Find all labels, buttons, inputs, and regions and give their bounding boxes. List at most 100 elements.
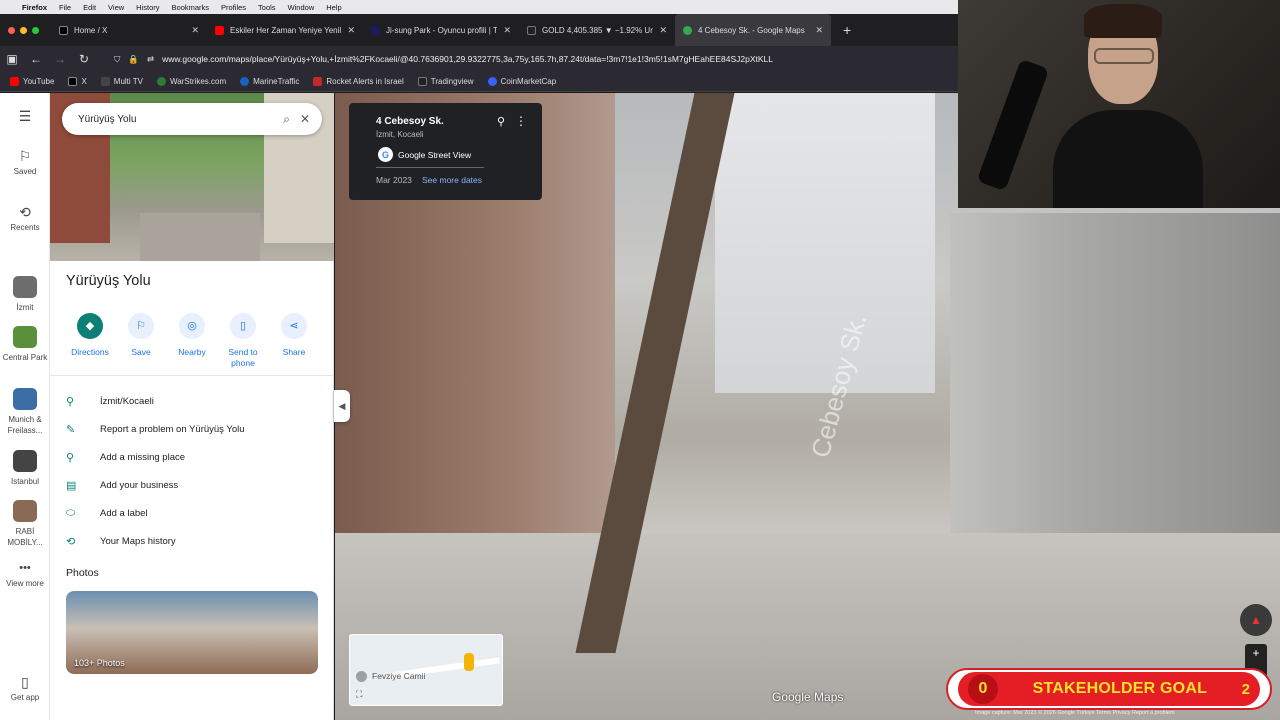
tab-title: Home / X (74, 25, 108, 35)
see-more-dates-link[interactable]: See more dates (422, 175, 482, 185)
bookmark-coinmarketcap[interactable]: CoinMarketCap (487, 77, 556, 86)
bookmark-multi-tv[interactable]: Multi TV (100, 77, 143, 86)
minimize-window-button[interactable] (20, 26, 27, 34)
menu-history[interactable]: History (136, 3, 159, 12)
close-tab-icon[interactable]: ✕ (503, 25, 511, 36)
search-box[interactable]: Yürüyüş Yolu ⌕ ✕ (62, 103, 322, 135)
rail-item-istanbul[interactable]: Istanbul (0, 450, 50, 487)
close-tab-icon[interactable]: ✕ (659, 25, 667, 36)
menu-app-name[interactable]: Firefox (22, 3, 47, 12)
save-button[interactable]: ⚐ Save (115, 313, 167, 358)
rail-label: Saved (13, 167, 37, 176)
bookmark-label: Multi TV (113, 77, 143, 86)
pegman-icon[interactable] (464, 653, 474, 671)
rail-item-munich[interactable]: Munich & Freilass... (0, 388, 50, 436)
info-add-label[interactable]: ⬭ Add a label (66, 503, 326, 523)
rail-label: Istanbul (10, 477, 40, 486)
mini-map[interactable]: Fevziye Camii ⛶ (349, 634, 503, 706)
back-button[interactable]: ← (24, 52, 48, 66)
menu-edit[interactable]: Edit (83, 3, 96, 12)
info-report-problem[interactable]: ✎ Report a problem on Yürüyüş Yolu (66, 419, 326, 439)
stakeholder-goal-banner: 0 STAKEHOLDER GOAL 2 (946, 668, 1272, 710)
webcam-overlay (958, 0, 1280, 208)
compass-icon[interactable]: ▲ (1240, 604, 1272, 636)
info-add-missing-place[interactable]: ⚲ Add a missing place (66, 447, 326, 467)
sv-source: Google Street View (398, 150, 472, 160)
tab-x-home[interactable]: Home / X ✕ (51, 14, 207, 46)
info-address[interactable]: ⚲ İzmit/Kocaeli (66, 391, 326, 411)
zoom-window-button[interactable] (32, 26, 39, 34)
rail-item-izmit[interactable]: İzmit (0, 276, 50, 313)
shield-icon[interactable]: ⛉ (114, 54, 120, 65)
info-maps-history[interactable]: ⟲ Your Maps history (66, 531, 326, 551)
menu-bookmarks[interactable]: Bookmarks (172, 3, 210, 12)
photos-heading: Photos (66, 567, 99, 579)
ship-icon (240, 77, 250, 86)
menu-profiles[interactable]: Profiles (221, 3, 246, 12)
send-to-phone-button[interactable]: ▯ Send to phone (217, 313, 269, 369)
expand-map-icon[interactable]: ⛶ (356, 689, 362, 700)
tab-google-maps[interactable]: 4 Cebesoy Sk. - Google Maps ✕ (675, 14, 831, 46)
more-options-icon[interactable]: ⋮ (515, 114, 527, 128)
info-add-business[interactable]: ▤ Add your business (66, 475, 326, 495)
bookmark-youtube[interactable]: YouTube (10, 77, 54, 86)
google-maps-icon (683, 25, 692, 35)
menu-tools[interactable]: Tools (258, 3, 276, 12)
close-window-button[interactable] (8, 26, 15, 34)
search-icon[interactable]: ⌕ (283, 112, 290, 127)
search-input[interactable]: Yürüyüş Yolu (78, 114, 273, 125)
forward-button[interactable]: → (48, 52, 72, 66)
location-pin-icon[interactable]: ⚲ (497, 115, 505, 128)
collapse-panel-button[interactable]: ◀ (334, 390, 350, 422)
tab-player-profile[interactable]: Ji-sung Park - Oyuncu profili | T ✕ (363, 14, 519, 46)
close-tab-icon[interactable]: ✕ (347, 25, 355, 36)
rail-label: RABİ MOBİLY... (7, 527, 43, 547)
close-icon[interactable]: ✕ (300, 112, 310, 126)
bookmark-label: Tradingview (430, 77, 474, 86)
menu-button[interactable]: ☰ (0, 108, 50, 126)
sv-address: 4 Cebesoy Sk. (376, 116, 444, 127)
close-tab-icon[interactable]: ✕ (815, 25, 823, 36)
bookmark-rocket-alerts[interactable]: Rocket Alerts in Israel (313, 77, 404, 86)
zoom-in-button[interactable]: + (1245, 644, 1267, 662)
lock-icon[interactable]: 🔒 (128, 54, 139, 65)
coinmarketcap-icon (487, 77, 497, 86)
url-bar[interactable]: ⛉ 🔒 ⇄ www.google.com/maps/place/Yürüyüş+… (114, 48, 958, 70)
microphone (976, 58, 1050, 192)
url-text[interactable]: www.google.com/maps/place/Yürüyüş+Yolu,+… (162, 54, 773, 64)
new-tab-button[interactable]: + (831, 22, 851, 38)
tab-gold[interactable]: GOLD 4,405.385 ▼ −1.92% Unn ✕ (519, 14, 675, 46)
phone-icon: ▯ (230, 313, 256, 339)
directions-button[interactable]: ◆ Directions (64, 313, 116, 358)
google-icon: G (378, 147, 393, 162)
photos-card[interactable]: 103+ Photos (66, 591, 318, 674)
bookmark-icon: ⚐ (128, 313, 154, 339)
rail-view-more[interactable]: ••• View more (0, 563, 50, 589)
menu-file[interactable]: File (59, 3, 71, 12)
nearby-button[interactable]: ◎ Nearby (166, 313, 218, 358)
folder-icon (100, 77, 110, 86)
sidebar-toggle-icon[interactable]: ▣ (0, 52, 24, 66)
menu-help[interactable]: Help (326, 3, 341, 12)
reload-button[interactable]: ↻ (72, 52, 96, 66)
rail-recents[interactable]: ⟲ Recents (0, 205, 50, 233)
hamburger-icon: ☰ (18, 108, 32, 124)
bookmark-marinetraffic[interactable]: MarineTraffic (240, 77, 299, 86)
permissions-icon[interactable]: ⇄ (147, 54, 154, 65)
x-icon (68, 77, 78, 86)
bookmark-warstrikes[interactable]: WarStrikes.com (156, 77, 226, 86)
rail-saved[interactable]: ⚐ Saved (0, 149, 50, 177)
street (140, 213, 260, 261)
menu-window[interactable]: Window (288, 3, 315, 12)
close-tab-icon[interactable]: ✕ (191, 25, 199, 36)
share-button[interactable]: ⋖ Share (268, 313, 320, 358)
action-label: Save (131, 347, 151, 357)
rail-get-app[interactable]: ▯ Get app (0, 675, 50, 703)
rail-item-rabi[interactable]: RABİ MOBİLY... (0, 500, 50, 548)
tab-youtube[interactable]: Eskiler Her Zaman Yeniye Yenilir ✕ (207, 14, 363, 46)
menu-view[interactable]: View (108, 3, 124, 12)
bookmark-x[interactable]: X (68, 77, 87, 86)
location-pin-icon: ⚲ (66, 395, 75, 408)
rail-item-central-park[interactable]: Central Park (0, 326, 50, 363)
bookmark-tradingview[interactable]: Tradingview (417, 77, 474, 86)
